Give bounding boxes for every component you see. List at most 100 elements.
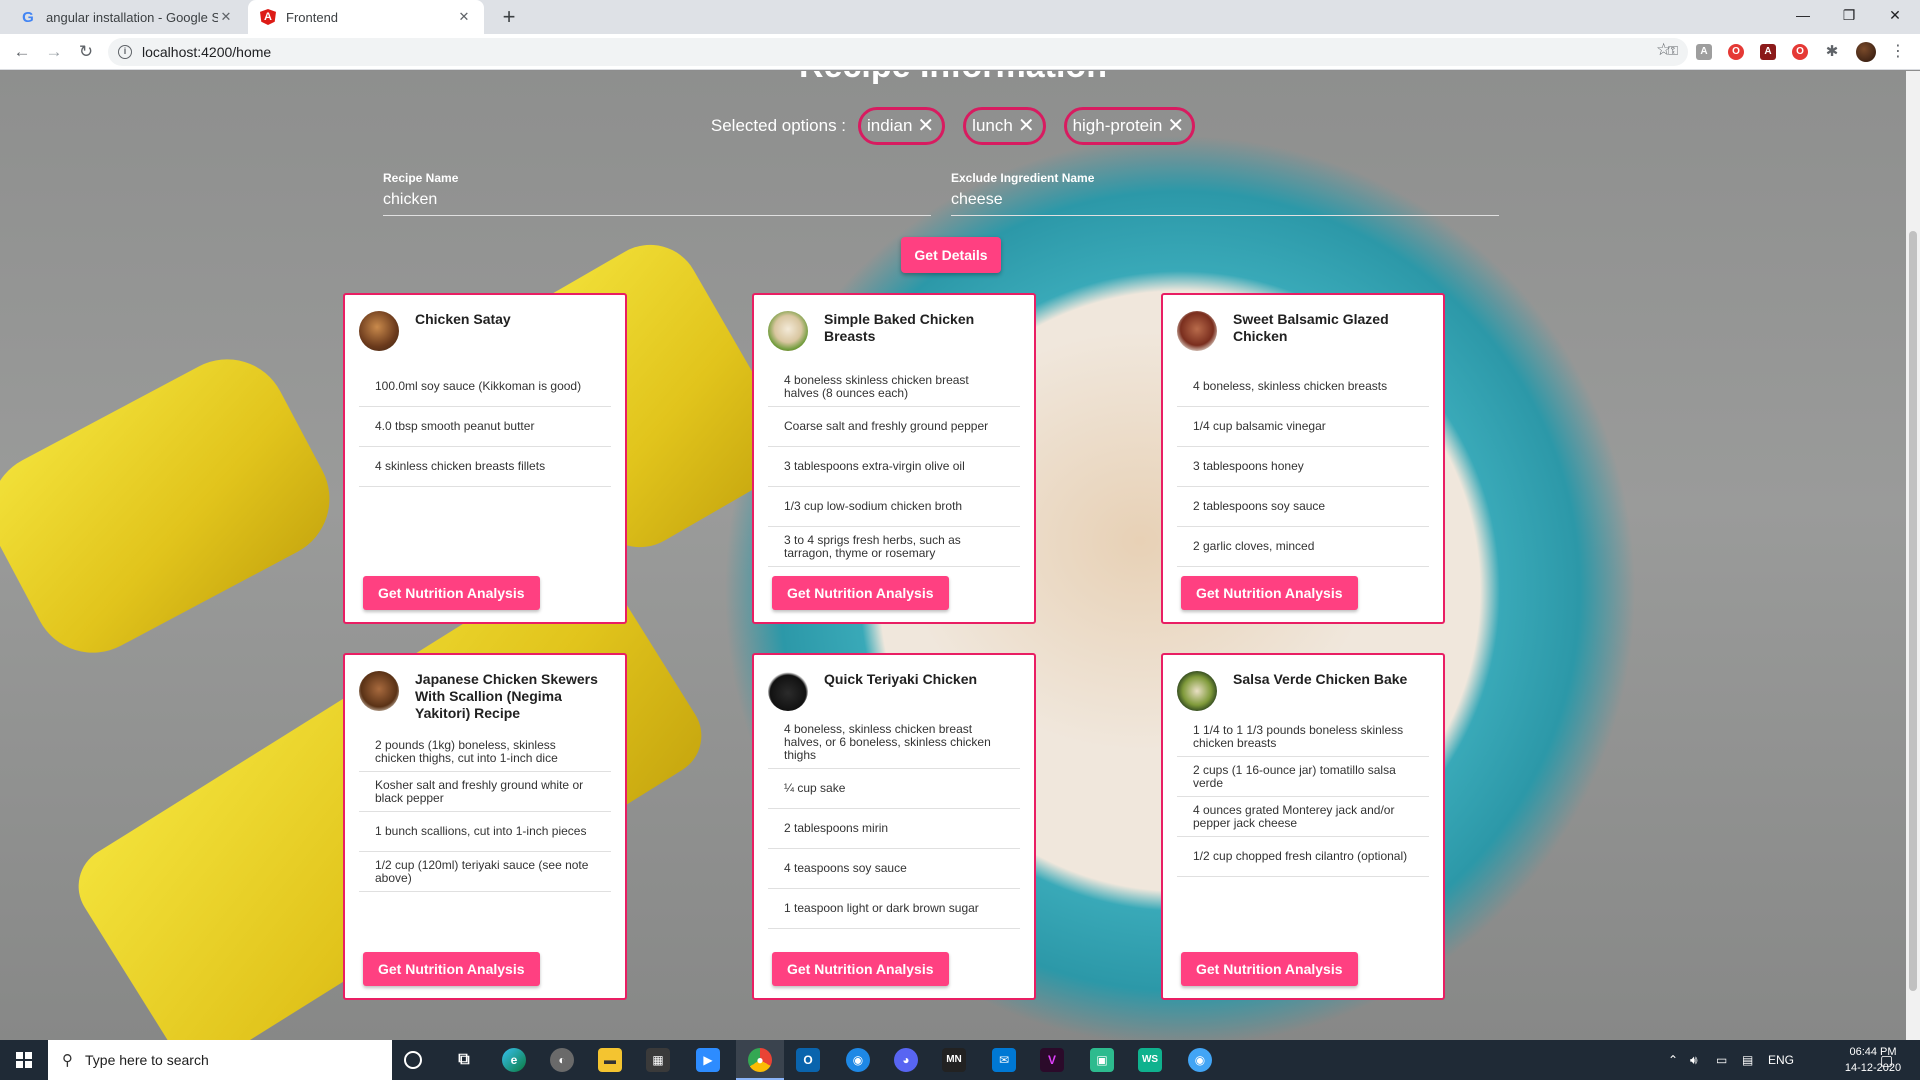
- recipe-title: Japanese Chicken Skewers With Scallion (…: [415, 671, 598, 721]
- address-bar[interactable]: i localhost:4200/home ⚿: [108, 38, 1688, 66]
- recipe-card: Sweet Balsamic Glazed Chicken 4 boneless…: [1161, 293, 1445, 624]
- reload-button[interactable]: ↻: [74, 40, 98, 64]
- pdf-extension-icon[interactable]: A: [1760, 44, 1776, 60]
- ingredient-item: 1 1/4 to 1 1/3 pounds boneless skinless …: [1177, 717, 1429, 757]
- ingredient-item: 4 skinless chicken breasts fillets: [359, 447, 611, 487]
- ingredient-item: 1 bunch scallions, cut into 1-inch piece…: [359, 812, 611, 852]
- outlook-icon[interactable]: O: [796, 1048, 820, 1072]
- recipe-avatar: [1177, 671, 1217, 711]
- zoom-icon[interactable]: ▶: [696, 1048, 720, 1072]
- recipe-card: Salsa Verde Chicken Bake 1 1/4 to 1 1/3 …: [1161, 653, 1445, 1000]
- back-button[interactable]: ←: [10, 40, 34, 64]
- opera-extension-icon[interactable]: O: [1792, 44, 1808, 60]
- get-nutrition-button[interactable]: Get Nutrition Analysis: [1181, 576, 1358, 610]
- app-icon[interactable]: ◉: [1188, 1048, 1212, 1072]
- close-icon[interactable]: ✕: [1018, 116, 1035, 136]
- exclude-ingredient-input[interactable]: [951, 191, 1499, 209]
- recipe-title: Salsa Verde Chicken Bake: [1233, 671, 1408, 687]
- get-details-button[interactable]: Get Details: [901, 237, 1001, 273]
- recipe-card: Quick Teriyaki Chicken 4 boneless, skinl…: [752, 653, 1036, 1000]
- forward-button[interactable]: →: [42, 40, 66, 64]
- ingredient-item: 3 to 4 sprigs fresh herbs, such as tarra…: [768, 527, 1020, 567]
- info-icon[interactable]: i: [118, 45, 132, 59]
- recipe-avatar: [359, 671, 399, 711]
- get-nutrition-button[interactable]: Get Nutrition Analysis: [772, 952, 949, 986]
- ingredient-item: 4 boneless, skinless chicken breast halv…: [768, 717, 1020, 769]
- discord-icon[interactable]: ◕: [894, 1048, 918, 1072]
- app-icon[interactable]: ◐: [550, 1048, 574, 1072]
- browser-toolbar: ← → ↻ i localhost:4200/home ⚿ ☆ A O A O …: [0, 34, 1920, 70]
- selected-options-label: Selected options :: [710, 116, 847, 135]
- restore-button[interactable]: ❐: [1826, 0, 1872, 30]
- cortana-icon[interactable]: [404, 1051, 422, 1069]
- menu-icon[interactable]: ⋮: [1890, 41, 1906, 61]
- network-icon[interactable]: ▤: [1742, 1040, 1753, 1080]
- chip-label: indian: [867, 116, 913, 135]
- tab-title: angular installation - Google Search: [46, 9, 218, 25]
- ingredient-list: 4 boneless, skinless chicken breasts 1/4…: [1177, 367, 1429, 567]
- profile-avatar[interactable]: [1856, 42, 1876, 62]
- system-clock[interactable]: 06:44 PM 14-12-2020: [1828, 1044, 1918, 1076]
- close-icon[interactable]: ✕: [917, 116, 934, 136]
- chip-high-protein[interactable]: high-protein ✕: [1063, 107, 1196, 145]
- language-indicator[interactable]: ENG: [1768, 1040, 1794, 1080]
- chip-label: high-protein: [1072, 116, 1163, 135]
- close-icon[interactable]: ✕: [218, 9, 234, 25]
- windows-taskbar: ⚲ Type here to search ⧉ e ◐ ▬ ▦ ▶ ● O ◉ …: [0, 1040, 1920, 1080]
- ingredient-item: 4 boneless skinless chicken breast halve…: [768, 367, 1020, 407]
- new-tab-button[interactable]: +: [496, 4, 522, 30]
- webstorm-icon[interactable]: WS: [1138, 1048, 1162, 1072]
- chip-indian[interactable]: indian ✕: [858, 107, 946, 145]
- recipe-name-input[interactable]: [383, 191, 931, 209]
- scrollbar-thumb[interactable]: [1909, 231, 1917, 991]
- ingredient-list: 2 pounds (1kg) boneless, skinless chicke…: [359, 732, 611, 892]
- minimize-button[interactable]: —: [1780, 0, 1826, 30]
- file-explorer-icon[interactable]: ▬: [598, 1048, 622, 1072]
- task-view-icon[interactable]: ⧉: [452, 1048, 476, 1072]
- chrome-icon[interactable]: ●: [748, 1048, 772, 1072]
- app-icon[interactable]: V: [1040, 1048, 1064, 1072]
- start-button[interactable]: [0, 1040, 48, 1080]
- recipe-avatar: [768, 671, 808, 711]
- notification-icon[interactable]: ▢: [1880, 1040, 1893, 1080]
- page-scrollbar[interactable]: [1906, 71, 1920, 1040]
- bookmark-star-icon[interactable]: ☆: [1656, 40, 1671, 60]
- ingredient-item: 4 ounces grated Monterey jack and/or pep…: [1177, 797, 1429, 837]
- close-icon[interactable]: ✕: [1167, 116, 1184, 136]
- close-icon[interactable]: ✕: [456, 9, 472, 25]
- ingredient-item: 2 tablespoons soy sauce: [1177, 487, 1429, 527]
- dumbbell-image: [0, 338, 351, 674]
- recipe-title: Sweet Balsamic Glazed Chicken: [1233, 311, 1389, 344]
- get-nutrition-button[interactable]: Get Nutrition Analysis: [363, 952, 540, 986]
- ingredient-item: 3 tablespoons extra-virgin olive oil: [768, 447, 1020, 487]
- exclude-ingredient-field: Exclude Ingredient Name: [951, 171, 1499, 216]
- tray-chevron-icon[interactable]: ⌃: [1668, 1040, 1678, 1080]
- chip-lunch[interactable]: lunch ✕: [963, 107, 1046, 145]
- tab-frontend[interactable]: A Frontend ✕: [248, 0, 484, 34]
- taskbar-search[interactable]: ⚲ Type here to search: [48, 1040, 392, 1080]
- tab-google-search[interactable]: G angular installation - Google Search ✕: [8, 0, 246, 34]
- app-icon[interactable]: ▣: [1090, 1048, 1114, 1072]
- recipe-title: Chicken Satay: [415, 311, 511, 327]
- puzzle-icon[interactable]: ✱: [1824, 44, 1840, 60]
- edge-icon[interactable]: e: [502, 1048, 526, 1072]
- url-text: localhost:4200/home: [142, 44, 272, 60]
- get-nutrition-button[interactable]: Get Nutrition Analysis: [1181, 952, 1358, 986]
- get-nutrition-button[interactable]: Get Nutrition Analysis: [363, 576, 540, 610]
- search-icon: ⚲: [62, 1052, 73, 1069]
- ingredient-item: 4 teaspoons soy sauce: [768, 849, 1020, 889]
- extension-icon[interactable]: A: [1696, 44, 1712, 60]
- volume-icon[interactable]: 🔊︎: [1690, 1040, 1698, 1080]
- app-icon[interactable]: MN: [942, 1048, 966, 1072]
- get-nutrition-button[interactable]: Get Nutrition Analysis: [772, 576, 949, 610]
- store-icon[interactable]: ▦: [646, 1048, 670, 1072]
- exclude-ingredient-label: Exclude Ingredient Name: [951, 171, 1095, 185]
- battery-icon[interactable]: ▭: [1716, 1040, 1727, 1080]
- close-window-button[interactable]: ✕: [1872, 0, 1918, 30]
- google-icon: G: [22, 8, 34, 26]
- opera-extension-icon[interactable]: O: [1728, 44, 1744, 60]
- ingredient-item: 2 tablespoons mirin: [768, 809, 1020, 849]
- app-icon[interactable]: ◉: [846, 1048, 870, 1072]
- mail-icon[interactable]: ✉: [992, 1048, 1016, 1072]
- ingredient-item: 1 teaspoon light or dark brown sugar: [768, 889, 1020, 929]
